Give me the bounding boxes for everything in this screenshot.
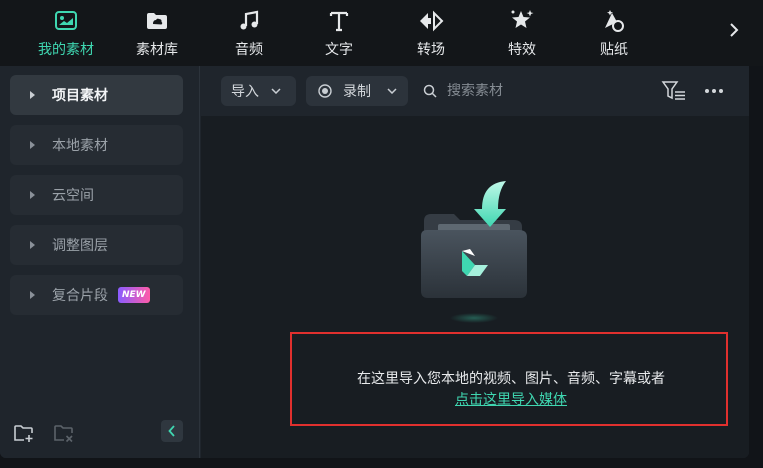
expand-triangle-icon [30,241,35,249]
sidebar-item-label: 复合片段 [52,288,108,304]
expand-triangle-icon [30,141,35,149]
app-window: 我的素材 素材库 音频 文字 转场 特效 贴纸 项目素材 本地素材 云空间 调整… [0,0,763,468]
record-dropdown[interactable]: 录制 [306,76,408,106]
new-badge: NEW [118,287,150,303]
chevron-right-icon[interactable] [727,18,741,42]
expand-triangle-icon [30,91,35,99]
tab-stickers[interactable]: 贴纸 [574,6,654,62]
top-toolbar: 我的素材 素材库 音频 文字 转场 特效 贴纸 [0,0,763,66]
sidebar-item-project-media[interactable]: 项目素材 [10,75,183,115]
tab-label: 转场 [417,42,445,58]
more-options-icon[interactable] [701,80,727,102]
chevron-down-icon [271,88,281,94]
import-dropdown[interactable]: 导入 [221,76,296,106]
delete-folder-icon [53,422,75,444]
sidebar-item-label: 项目素材 [52,88,108,104]
empty-state-hint-box: 在这里导入您本地的视频、图片、音频、字幕或者 点击这里导入媒体 [290,332,728,426]
tab-effects[interactable]: 特效 [482,6,562,62]
effects-icon [507,6,537,36]
empty-state-hint: 在这里导入您本地的视频、图片、音频、字幕或者 点击这里导入媒体 [292,368,730,409]
text-icon [324,6,354,36]
my-media-icon [51,6,81,36]
import-hint-text: 在这里导入您本地的视频、图片、音频、字幕或者 [357,371,665,387]
sidebar-item-local-media[interactable]: 本地素材 [10,125,183,165]
tab-label: 素材库 [136,42,178,58]
tab-my-media[interactable]: 我的素材 [26,6,106,62]
content-toolbar: 导入 录制 [201,66,749,116]
filter-sort-icon[interactable] [661,80,687,102]
expand-triangle-icon [30,291,35,299]
tab-text[interactable]: 文字 [299,6,379,62]
sidebar-item-label: 云空间 [52,188,94,204]
content-area: 导入 录制 搜索素材 在这里导入您本地的视频、图片、音频、字幕或者 点击这里导入… [201,66,749,458]
collapse-sidebar-button[interactable] [161,420,183,442]
sidebar-item-label: 调整图层 [52,238,108,254]
stock-media-icon [142,6,172,36]
chevron-left-icon [168,425,175,437]
chevron-down-icon [387,88,397,94]
tab-label: 我的素材 [38,42,94,58]
sidebar-item-label: 本地素材 [52,138,108,154]
tab-audio[interactable]: 音频 [209,6,289,62]
record-label: 录制 [343,84,371,100]
record-icon [318,84,332,98]
tab-label: 文字 [325,42,353,58]
tab-label: 特效 [508,42,536,58]
tab-label: 音频 [235,42,263,58]
sidebar-item-adjustment-layer[interactable]: 调整图层 [10,225,183,265]
import-media-link[interactable]: 点击这里导入媒体 [455,389,567,409]
sidebar: 项目素材 本地素材 云空间 调整图层 复合片段 NEW [0,66,200,458]
import-label: 导入 [231,84,259,100]
tab-stock-media[interactable]: 素材库 [117,6,197,62]
sidebar-item-compound-clip[interactable]: 复合片段 NEW [10,275,183,315]
music-note-icon [234,6,264,36]
sidebar-item-cloud[interactable]: 云空间 [10,175,183,215]
new-folder-icon[interactable] [13,422,35,444]
tab-label: 贴纸 [600,42,628,58]
transition-icon [416,6,446,36]
search-box [423,76,603,106]
search-icon [423,84,437,98]
expand-triangle-icon [30,191,35,199]
tab-transition[interactable]: 转场 [391,6,471,62]
search-input[interactable] [447,83,587,99]
media-panel: 项目素材 本地素材 云空间 调整图层 复合片段 NEW 导入 录制 搜索素材 在… [0,66,749,458]
sticker-icon [599,6,629,36]
import-folder-illustration[interactable] [416,181,532,327]
